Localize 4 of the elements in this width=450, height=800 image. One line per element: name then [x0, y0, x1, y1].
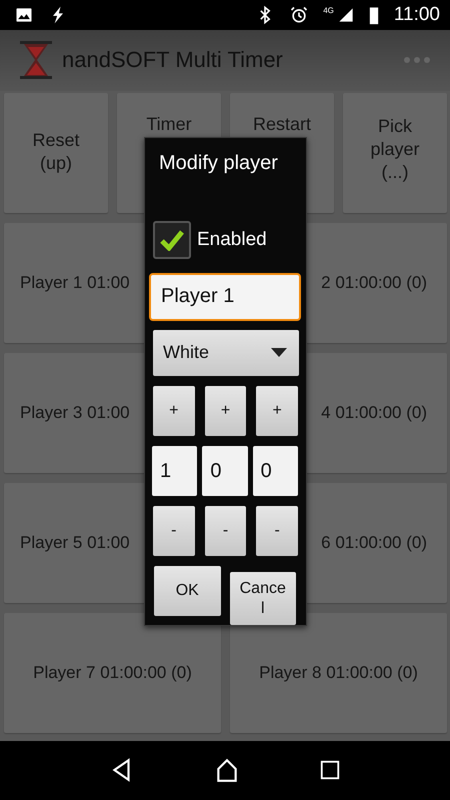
- dialog-title: Modify player: [158, 152, 279, 175]
- clock: 11:00: [394, 4, 440, 26]
- app-title: nandSOFT Multi Timer: [62, 47, 283, 74]
- network-type: 4G: [323, 6, 334, 15]
